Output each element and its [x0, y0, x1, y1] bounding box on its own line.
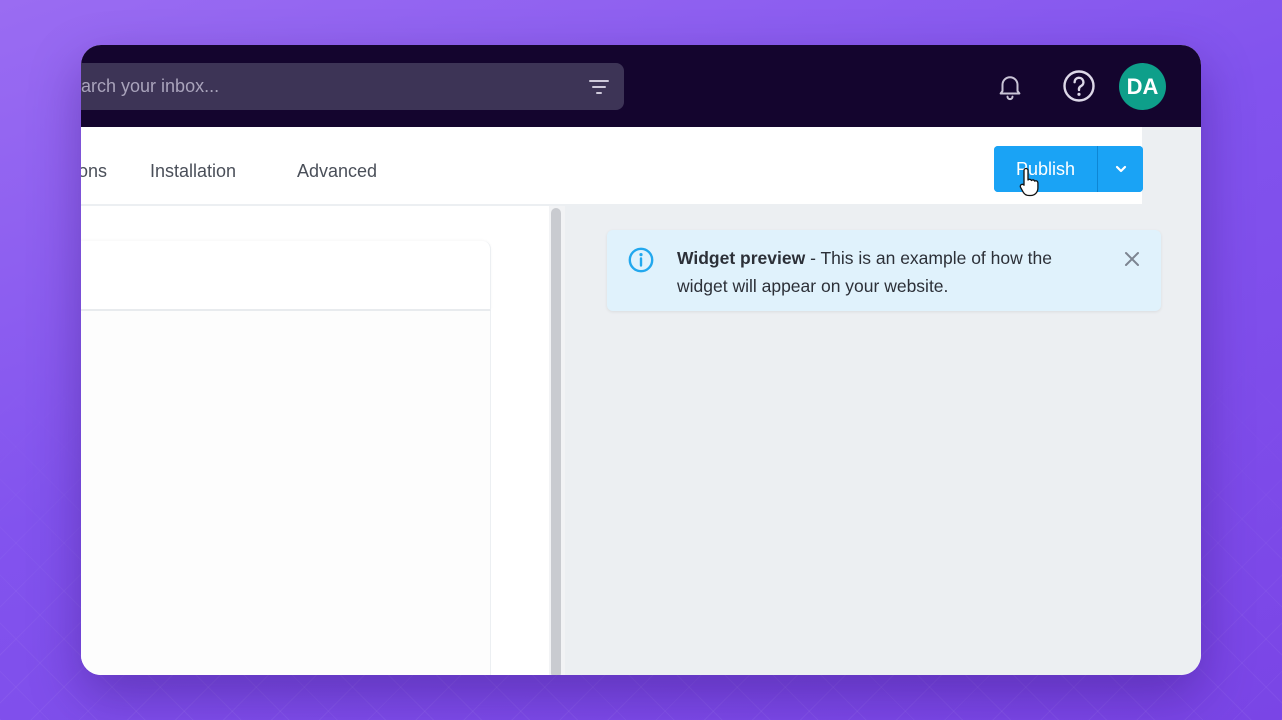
avatar[interactable]: DA [1119, 63, 1166, 110]
preview-strip [1142, 127, 1201, 206]
close-icon[interactable] [1123, 250, 1141, 268]
tabs-bar: ons Installation Advanced [81, 127, 1142, 206]
banner-title: Widget preview [677, 248, 806, 268]
chevron-down-icon [1115, 165, 1126, 173]
publish-button-group: Publish [994, 146, 1143, 192]
tab-partial[interactable]: ons [81, 127, 107, 204]
top-bar: DA [81, 45, 1201, 127]
widget-preview-banner: Widget preview - This is an example of h… [607, 230, 1161, 311]
search-input[interactable] [81, 63, 521, 110]
publish-button[interactable]: Publish [994, 146, 1097, 192]
app-window: DA ons Installation Advanced Publish [81, 45, 1201, 675]
publish-dropdown-button[interactable] [1098, 146, 1143, 192]
settings-pane [81, 206, 549, 675]
search-bar[interactable] [81, 63, 624, 110]
scrollbar-thumb[interactable] [551, 208, 561, 675]
scrollbar[interactable] [549, 206, 565, 675]
hand-cursor-icon [1019, 167, 1039, 197]
filter-icon[interactable] [587, 75, 611, 99]
bell-icon[interactable] [995, 71, 1025, 101]
widget-preview-pane: Widget preview - This is an example of h… [565, 204, 1201, 675]
info-icon [628, 247, 654, 273]
tab-advanced[interactable]: Advanced [297, 127, 377, 204]
settings-card-body [81, 311, 491, 675]
tab-installation[interactable]: Installation [150, 127, 236, 204]
settings-card-header [81, 241, 491, 311]
help-icon[interactable] [1062, 69, 1096, 103]
banner-message: Widget preview - This is an example of h… [677, 244, 1097, 300]
